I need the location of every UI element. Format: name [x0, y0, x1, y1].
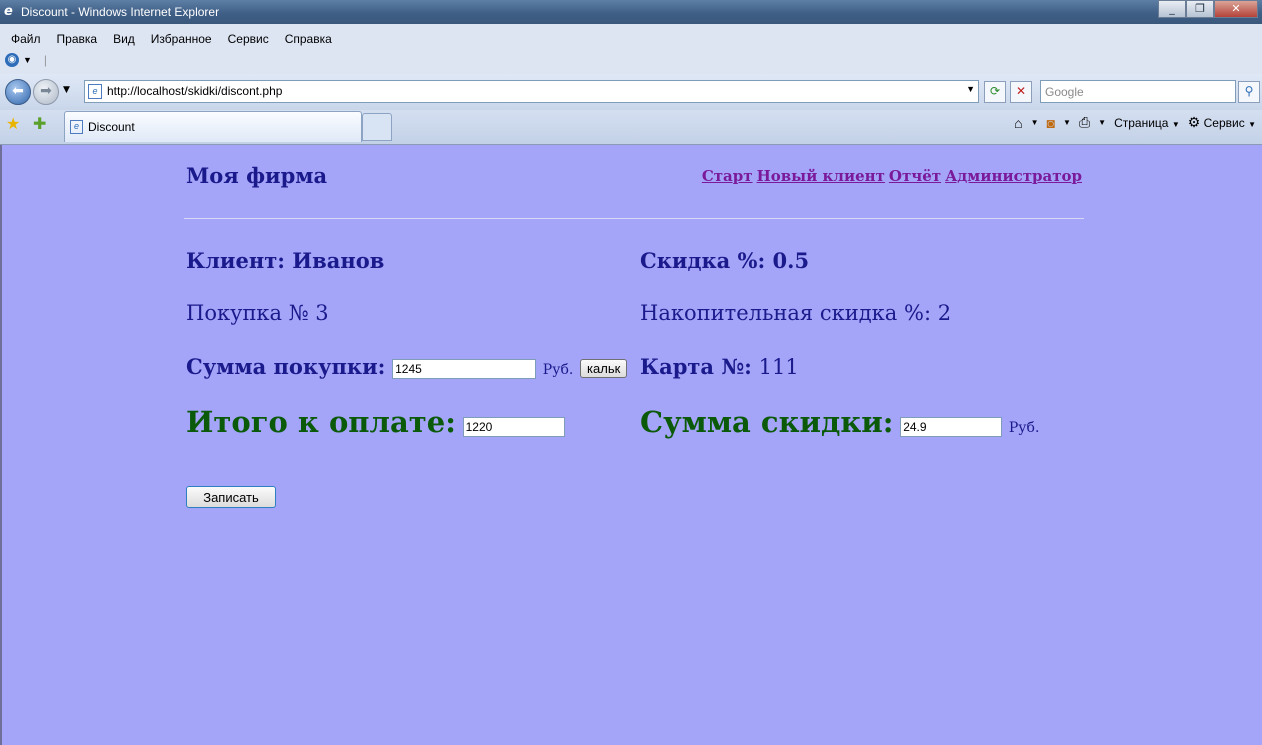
- menu-file[interactable]: Файл: [11, 32, 41, 46]
- address-bar-row: ⬅ ➡ ▼ e http://localhost/skidki/discont.…: [0, 74, 1262, 110]
- minimize-button[interactable]: _: [1158, 0, 1186, 18]
- menu-tools[interactable]: Сервис: [228, 32, 269, 46]
- tab-bar: ★ ✚ e Discount ⌂ ▼ ◙ ▼ ⎙ ▼ Страница ▼ ⚙ Сер…: [0, 110, 1262, 145]
- ie-logo-icon[interactable]: ◉: [5, 53, 19, 67]
- client-label: Клиент: Иванов: [186, 248, 385, 273]
- restore-button[interactable]: ❐: [1186, 0, 1214, 18]
- tab-discount[interactable]: e Discount: [64, 111, 362, 142]
- chevron-down-icon[interactable]: ▼: [1098, 118, 1106, 127]
- nav-start-link[interactable]: Старт: [702, 167, 753, 185]
- toolbar-separator: |: [43, 53, 48, 67]
- window-controls: _ ❐ ✕: [1158, 0, 1258, 18]
- page-content: Моя фирма Старт Новый клиент Отчёт Админист…: [0, 145, 1262, 745]
- menu-edit[interactable]: Правка: [57, 32, 98, 46]
- page-icon: e: [88, 84, 102, 99]
- discount-page: Моя фирма Старт Новый клиент Отчёт Админист…: [184, 145, 1084, 745]
- stop-icon[interactable]: ✕: [1010, 81, 1032, 103]
- menu-help[interactable]: Справка: [285, 32, 332, 46]
- home-icon[interactable]: ⌂: [1014, 115, 1022, 131]
- chevron-down-icon[interactable]: ▼: [1031, 118, 1039, 127]
- forward-button[interactable]: ➡: [33, 79, 59, 105]
- page-menu[interactable]: Страница ▼: [1114, 116, 1180, 130]
- purchase-sum-label: Сумма покупки:: [186, 354, 386, 379]
- purchase-number: Покупка № 3: [186, 301, 329, 325]
- chevron-down-icon[interactable]: ▼: [23, 55, 32, 65]
- divider: [184, 218, 1084, 219]
- total-input[interactable]: [462, 416, 565, 437]
- nav-admin-link[interactable]: Администратор: [945, 167, 1082, 185]
- menu-view[interactable]: Вид: [113, 32, 135, 46]
- chevron-down-icon[interactable]: ▼: [966, 84, 975, 94]
- currency-unit: Руб.: [542, 362, 574, 378]
- top-nav: Старт Новый клиент Отчёт Администратор: [698, 167, 1082, 185]
- print-icon[interactable]: ⎙: [1079, 114, 1090, 131]
- currency-unit: Руб.: [1008, 420, 1040, 436]
- gear-icon: ⚙: [1187, 114, 1201, 130]
- card-number: 111: [758, 355, 799, 379]
- refresh-icon[interactable]: ⟳: [984, 81, 1006, 103]
- back-button[interactable]: ⬅: [5, 79, 31, 105]
- add-favorite-icon[interactable]: ✚: [33, 114, 46, 133]
- page-icon: e: [70, 120, 83, 134]
- calc-button[interactable]: кальк: [580, 359, 628, 378]
- nav-new-client-link[interactable]: Новый клиент: [757, 167, 885, 185]
- close-button[interactable]: ✕: [1214, 0, 1258, 18]
- menu-favorites[interactable]: Избранное: [151, 32, 212, 46]
- chevron-down-icon[interactable]: ▼: [1063, 118, 1071, 127]
- search-icon[interactable]: ⚲: [1238, 81, 1260, 103]
- total-label: Итого к оплате:: [186, 405, 456, 439]
- save-button[interactable]: Записать: [186, 486, 276, 508]
- discount-sum-input[interactable]: [900, 416, 1003, 437]
- address-input[interactable]: e http://localhost/skidki/discont.php ▼: [84, 80, 979, 103]
- command-bar: ⌂ ▼ ◙ ▼ ⎙ ▼ Страница ▼ ⚙ Сервис ▼: [1014, 114, 1256, 131]
- cumulative-discount: Накопительная скидка %: 2: [640, 301, 952, 325]
- new-tab-button[interactable]: [362, 113, 392, 141]
- history-dropdown-icon[interactable]: ▼: [63, 85, 70, 95]
- brand-title: Моя фирма: [186, 163, 328, 188]
- tools-menu[interactable]: ⚙ Сервис ▼: [1188, 114, 1256, 131]
- feeds-icon[interactable]: ◙: [1047, 115, 1055, 131]
- menu-bar: Файл Правка Вид Избранное Сервис Справка…: [0, 24, 1262, 74]
- purchase-sum-input[interactable]: [392, 358, 537, 379]
- title-bar: e Discount - Windows Internet Explorer _…: [0, 0, 1262, 24]
- ie-icon: e: [4, 4, 13, 19]
- window-title: Discount - Windows Internet Explorer: [21, 5, 220, 19]
- search-input[interactable]: Google: [1040, 80, 1236, 103]
- nav-report-link[interactable]: Отчёт: [889, 167, 941, 185]
- discount-label: Скидка %: 0.5: [640, 248, 810, 273]
- favorites-star-icon[interactable]: ★: [6, 114, 20, 133]
- card-label: Карта №:: [640, 354, 752, 379]
- discount-sum-label: Сумма скидки:: [640, 405, 894, 439]
